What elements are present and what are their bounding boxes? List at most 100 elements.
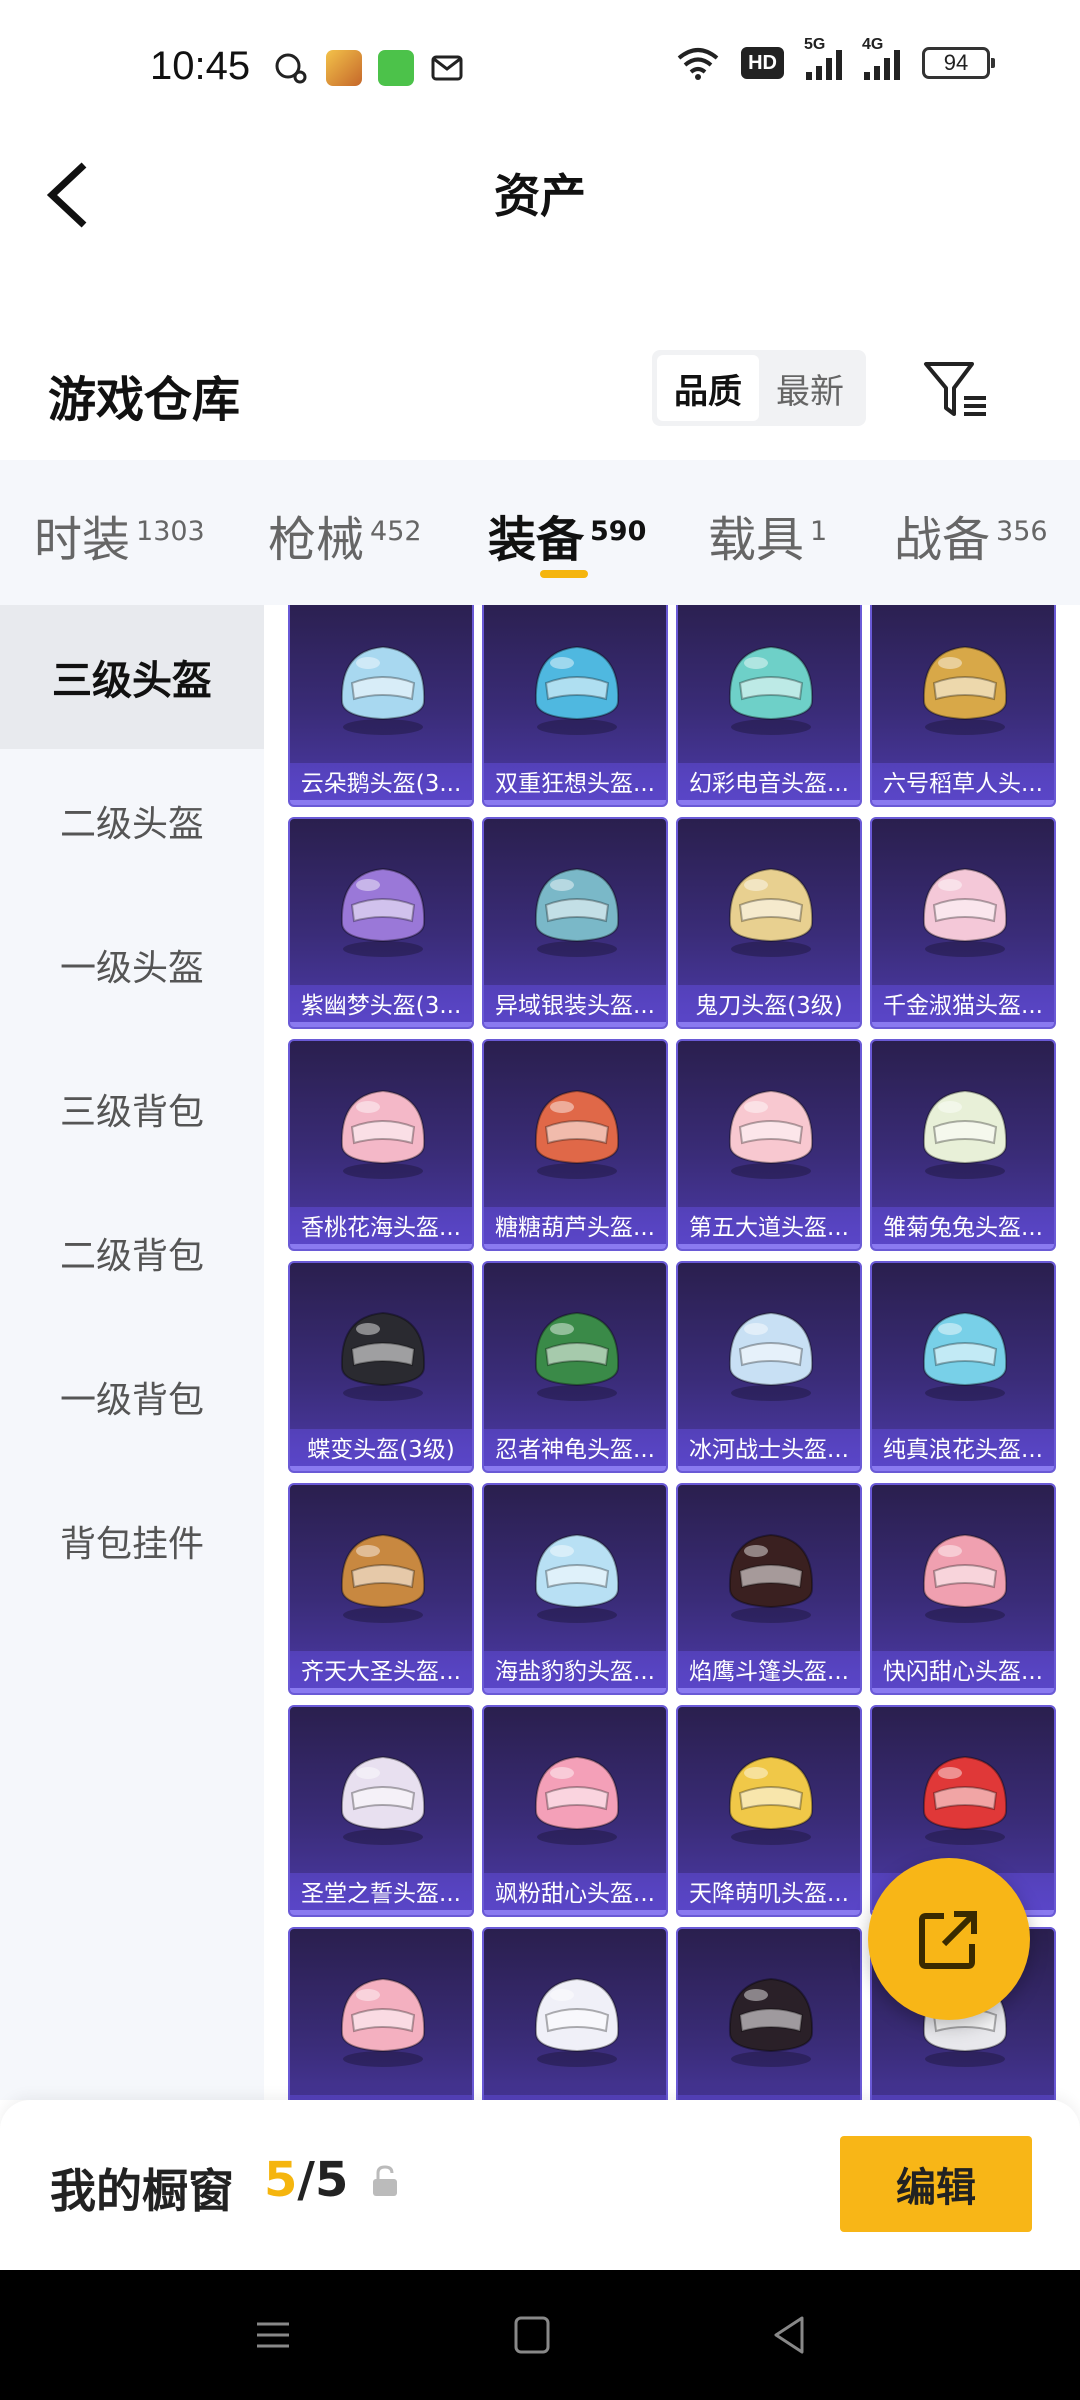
app-header: 资产 (0, 130, 1080, 260)
sidebar-item-level2-backpack[interactable]: 二级背包 (0, 1181, 264, 1325)
helmet-icon (534, 1755, 620, 1845)
item-card[interactable]: 第五大道头盔... (676, 1039, 862, 1251)
item-card[interactable]: 香桃花海头盔... (288, 1039, 474, 1251)
sidebar-item-level1-helmet[interactable]: 一级头盔 (0, 893, 264, 1037)
item-card[interactable]: 太空嘟嘟头盔... (482, 1927, 668, 2100)
item-card[interactable]: 千金淑猫头盔... (870, 817, 1056, 1029)
item-name: 异域银装头盔... (484, 985, 666, 1027)
wifi-icon (677, 48, 719, 80)
back-nav-icon[interactable] (760, 2310, 820, 2360)
item-name: 双重狂想头盔... (484, 763, 666, 805)
battery-icon: 94 (922, 47, 995, 79)
helmet-icon (340, 1311, 426, 1401)
item-card[interactable]: 双重狂想头盔... (482, 605, 668, 807)
helmet-icon (340, 867, 426, 957)
tab-equipment[interactable]: 装备 590 (488, 500, 646, 570)
share-icon (919, 1911, 977, 1969)
helmet-icon (728, 1533, 814, 1623)
item-name: 第五大道头盔... (678, 1207, 860, 1249)
tab-firearms[interactable]: 枪械 452 (268, 500, 422, 570)
helmet-icon (534, 867, 620, 957)
sort-quality-button[interactable]: 品质 (657, 355, 759, 421)
item-card[interactable]: 蝶变头盔(3级) (288, 1261, 474, 1473)
item-name: 圣堂之誓头盔... (290, 1873, 472, 1915)
share-button[interactable] (868, 1858, 1030, 2020)
item-name: 雏菊兔兔头盔... (872, 1207, 1054, 1249)
helmet-icon (534, 1311, 620, 1401)
status-bar: 10:45 HD 5G 4G 94 (0, 0, 1080, 130)
sidebar-item-backpack-pendant[interactable]: 背包挂件 (0, 1469, 264, 1613)
item-name: 紫幽梦头盔(3... (290, 985, 472, 1027)
clock: 10:45 (150, 44, 251, 88)
item-card[interactable]: 纯真浪花头盔... (870, 1261, 1056, 1473)
item-card[interactable]: 紫幽梦头盔(3... (288, 817, 474, 1029)
edit-button[interactable]: 编辑 (840, 2136, 1032, 2232)
helmet-icon (922, 1089, 1008, 1179)
item-name: 鬼刀头盔(3级) (678, 985, 860, 1027)
mail-notification-icon (431, 55, 463, 81)
helmet-icon (728, 1089, 814, 1179)
tab-fashion[interactable]: 时装 1303 (34, 500, 205, 570)
message-app-notification-icon (378, 50, 414, 86)
helmet-icon (728, 1311, 814, 1401)
item-name: 六号稻草人头... (872, 763, 1054, 805)
tab-supplies[interactable]: 战备 356 (894, 500, 1048, 570)
game-app-notification-icon (326, 50, 362, 86)
menu-nav-icon[interactable] (243, 2310, 303, 2360)
item-card[interactable]: 天降萌叽头盔... (676, 1705, 862, 1917)
item-name: 千金淑猫头盔... (872, 985, 1054, 1027)
item-name: 忍者神龟头盔... (484, 1429, 666, 1471)
sidebar-item-level3-backpack[interactable]: 三级背包 (0, 1037, 264, 1181)
category-tabs: 时装 1303 枪械 452 装备 590 载具 1 战备 356 (0, 460, 1080, 605)
sort-newest-button[interactable]: 最新 (759, 355, 861, 421)
item-card[interactable]: 六号稻草人头... (870, 605, 1056, 807)
item-name: 海盐豹豹头盔... (484, 1651, 666, 1693)
item-name: 快闪甜心头盔... (872, 1651, 1054, 1693)
warehouse-title: 游戏仓库 (48, 372, 241, 428)
item-card[interactable]: 圣堂之誓头盔... (288, 1705, 474, 1917)
tab-vehicles[interactable]: 载具 1 (708, 500, 827, 570)
item-card[interactable]: 海盐豹豹头盔... (482, 1483, 668, 1695)
filter-icon[interactable] (922, 358, 992, 424)
item-card[interactable]: 糖糖葫芦头盔... (482, 1039, 668, 1251)
active-tab-indicator (540, 570, 588, 578)
lock-icon (373, 2165, 397, 2196)
sidebar-item-level2-helmet[interactable]: 二级头盔 (0, 749, 264, 893)
subcategory-sidebar: 三级头盔 二级头盔 一级头盔 三级背包 二级背包 一级背包 背包挂件 (0, 605, 264, 2100)
item-card[interactable]: 鬼刀头盔(3级) (676, 817, 862, 1029)
item-card[interactable]: 娇憨猪猪头盔... (288, 1927, 474, 2100)
hd-voice-icon: HD (741, 47, 784, 79)
item-name: 云朵鹅头盔(3... (290, 763, 472, 805)
item-card[interactable]: 快闪甜心头盔... (870, 1483, 1056, 1695)
helmet-icon (340, 645, 426, 735)
home-nav-icon[interactable] (502, 2310, 562, 2360)
item-card[interactable]: 甜心亚梦头盔... (676, 1927, 862, 2100)
warehouse-bar: 游戏仓库 品质 最新 (0, 330, 1080, 450)
item-name: 齐天大圣头盔... (290, 1651, 472, 1693)
helmet-icon (728, 1755, 814, 1845)
signal-5g-icon: 5G (804, 36, 842, 80)
page-title: 资产 (494, 169, 586, 223)
item-card[interactable]: 焰鹰斗篷头盔... (676, 1483, 862, 1695)
item-name: 天降萌叽头盔... (678, 1873, 860, 1915)
item-card[interactable]: 雏菊兔兔头盔... (870, 1039, 1056, 1251)
item-card[interactable]: 幻彩电音头盔... (676, 605, 862, 807)
item-card[interactable]: 忍者神龟头盔... (482, 1261, 668, 1473)
helmet-icon (340, 1089, 426, 1179)
item-name: 飒粉甜心头盔... (484, 1873, 666, 1915)
helmet-icon (922, 867, 1008, 957)
item-card[interactable]: 飒粉甜心头盔... (482, 1705, 668, 1917)
sidebar-item-level1-backpack[interactable]: 一级背包 (0, 1325, 264, 1469)
sidebar-item-level3-helmet[interactable]: 三级头盔 (0, 605, 264, 749)
showcase-count: 5/5 (264, 2152, 349, 2208)
item-card[interactable]: 云朵鹅头盔(3... (288, 605, 474, 807)
helmet-icon (728, 867, 814, 957)
chat-notification-icon (275, 53, 307, 84)
item-name: 焰鹰斗篷头盔... (678, 1651, 860, 1693)
item-card[interactable]: 齐天大圣头盔... (288, 1483, 474, 1695)
showcase-title: 我的橱窗 (50, 2164, 234, 2218)
item-card[interactable]: 冰河战士头盔... (676, 1261, 862, 1473)
signal-4g-icon: 4G (862, 36, 900, 80)
item-card[interactable]: 异域银装头盔... (482, 817, 668, 1029)
helmet-icon (922, 1533, 1008, 1623)
